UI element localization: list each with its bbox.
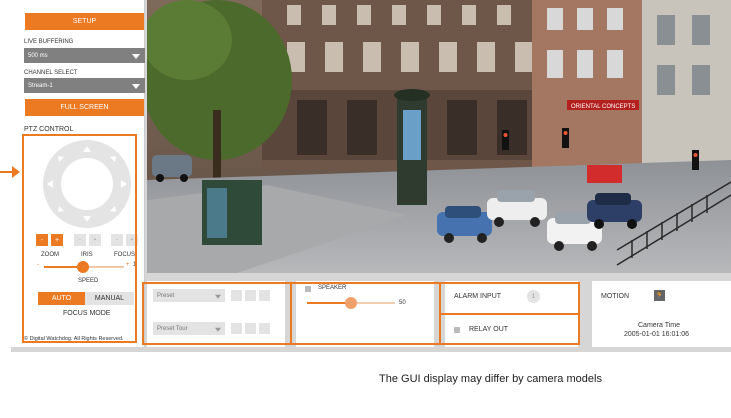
storefront-sign: ORIENTAL CONCEPTS [571, 104, 635, 110]
chevron-down-icon [132, 83, 140, 89]
setup-button[interactable]: SETUP [25, 13, 144, 30]
camera-time-label: Camera Time [638, 322, 681, 329]
channel-select[interactable]: Stream-1 [24, 78, 145, 93]
ptz-control-label: PTZ CONTROL [24, 126, 74, 133]
live-buffering-label: LIVE BUFFERING [24, 39, 74, 45]
page: SETUP LIVE BUFFERING 500 ms CHANNEL SELE… [0, 0, 731, 418]
pointer-arrow-icon [0, 166, 20, 178]
ptz-highlight-frame [22, 134, 137, 343]
live-buffering-value: 500 ms [28, 52, 48, 59]
panel-divider [441, 313, 579, 315]
caption-text: The GUI display may differ by camera mod… [379, 373, 602, 385]
camera-time-value: 2005-01-01 16:01:06 [624, 331, 689, 338]
motion-label: MOTION [601, 293, 629, 300]
motion-icon: 🏃 [654, 290, 665, 301]
live-video-feed[interactable]: ORIENTAL CONCEPTS [147, 0, 731, 273]
channel-select-value: Stream-1 [28, 82, 53, 89]
motion-time-panel: MOTION 🏃 Camera Time 2005-01-01 16:01:06 [592, 281, 731, 347]
live-buffering-select[interactable]: 500 ms [24, 48, 145, 63]
chevron-down-icon [132, 53, 140, 59]
channel-select-label: CHANNEL SELECT [24, 70, 78, 76]
fullscreen-button[interactable]: FULL SCREEN [25, 99, 144, 116]
panel-divider [290, 282, 292, 345]
